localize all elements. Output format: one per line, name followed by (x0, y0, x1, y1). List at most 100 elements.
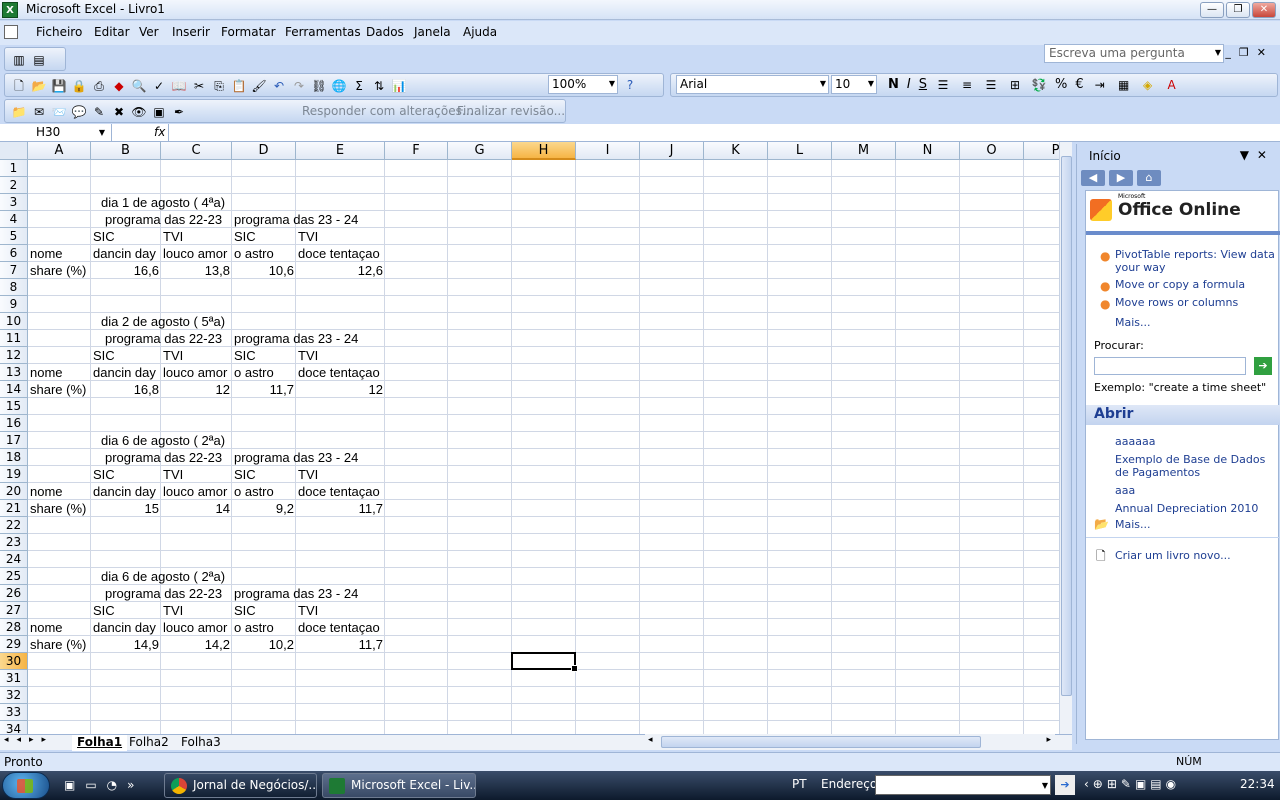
column-header-k[interactable]: K (704, 142, 768, 160)
cell-a21[interactable]: share (%) (28, 500, 88, 517)
row-header-23[interactable]: 23 (0, 534, 28, 551)
cell-b20[interactable]: dancin day (91, 483, 158, 500)
globe-icon[interactable]: 🌐 (331, 78, 347, 94)
comment-icon[interactable]: 💬 (71, 104, 87, 120)
row-header-25[interactable]: 25 (0, 568, 28, 585)
create-new-workbook-link[interactable]: Criar um livro novo... (1115, 549, 1231, 562)
menu-ajuda[interactable]: Ajuda (463, 25, 497, 39)
cell-e14[interactable]: 12 (296, 381, 385, 398)
align-right-icon[interactable]: ☰ (983, 77, 999, 93)
cell-d14[interactable]: 11,7 (232, 381, 296, 398)
cell-b11[interactable]: programa das 22-23 (91, 330, 224, 347)
column-header-f[interactable]: F (385, 142, 448, 160)
reply-changes-button[interactable]: Responder com alterações... (302, 104, 473, 118)
row-header-1[interactable]: 1 (0, 160, 28, 177)
cell-e29[interactable]: 11,7 (296, 636, 385, 653)
font-color-icon[interactable]: A (1164, 77, 1180, 93)
chevron-down-icon[interactable]: ▼ (868, 79, 874, 88)
row-header-22[interactable]: 22 (0, 517, 28, 534)
chevron-down-icon[interactable]: ▼ (609, 79, 615, 88)
cell-c27[interactable]: TVI (161, 602, 185, 619)
bold-button[interactable]: N (888, 77, 899, 93)
cell-a13[interactable]: nome (28, 364, 65, 381)
column-header-a[interactable]: A (28, 142, 91, 160)
forward-icon[interactable]: ▶ (1109, 170, 1133, 186)
cell-d28[interactable]: o astro (232, 619, 276, 636)
row-header-24[interactable]: 24 (0, 551, 28, 568)
column-header-g[interactable]: G (448, 142, 512, 160)
save-icon[interactable]: 💾 (51, 78, 67, 94)
currency-icon[interactable]: 💱 (1031, 77, 1047, 93)
address-go-button[interactable]: ➔ (1055, 775, 1075, 795)
page-break-icon[interactable]: ▤ (31, 52, 47, 68)
row-header-34[interactable]: 34 (0, 721, 28, 734)
column-header-m[interactable]: M (832, 142, 896, 160)
show-icon[interactable]: 👁 (131, 104, 147, 120)
hyperlink-icon[interactable]: ⛓ (311, 78, 327, 94)
row-header-8[interactable]: 8 (0, 279, 28, 296)
menu-editar[interactable]: Editar (94, 25, 130, 39)
end-review-button[interactable]: Finalizar revisão... (457, 104, 565, 118)
row-header-27[interactable]: 27 (0, 602, 28, 619)
cell-d6[interactable]: o astro (232, 245, 276, 262)
cell-c21[interactable]: 14 (161, 500, 232, 517)
cell-e13[interactable]: doce tentaçao (296, 364, 382, 381)
help-button[interactable]: ? (622, 77, 638, 93)
undo-icon[interactable]: ↶ (271, 78, 287, 94)
cell-d11[interactable]: programa das 23 - 24 (232, 330, 360, 347)
cell-c28[interactable]: louco amor (161, 619, 229, 636)
row-header-14[interactable]: 14 (0, 381, 28, 398)
row-header-6[interactable]: 6 (0, 245, 28, 262)
row-header-18[interactable]: 18 (0, 449, 28, 466)
cell-b10[interactable]: dia 2 de agosto ( 5ªa) (91, 313, 227, 330)
close-button[interactable]: ✕ (1252, 2, 1276, 18)
row-header-31[interactable]: 31 (0, 670, 28, 687)
cell-b21[interactable]: 15 (91, 500, 161, 517)
tab-scroll-buttons[interactable]: ◂◂▸▸ (4, 735, 54, 745)
chevron-down-icon[interactable]: ▼ (820, 79, 826, 88)
row-header-12[interactable]: 12 (0, 347, 28, 364)
column-header-o[interactable]: O (960, 142, 1024, 160)
cell-d29[interactable]: 10,2 (232, 636, 296, 653)
cell-c6[interactable]: louco amor (161, 245, 229, 262)
home-icon[interactable]: ⌂ (1137, 170, 1161, 186)
research-icon[interactable]: ◆ (111, 78, 127, 94)
chevron-down-icon[interactable]: ▼ (99, 128, 105, 137)
cell-b29[interactable]: 14,9 (91, 636, 161, 653)
sort-icon[interactable]: ⇅ (371, 78, 387, 94)
zoom-select[interactable]: 100% ▼ (548, 75, 618, 94)
cell-b18[interactable]: programa das 22-23 (91, 449, 224, 466)
folder-icon[interactable]: 📁 (11, 104, 27, 120)
cell-d4[interactable]: programa das 23 - 24 (232, 211, 360, 228)
cell-b17[interactable]: dia 6 de agosto ( 2ªa) (91, 432, 227, 449)
cell-d7[interactable]: 10,6 (232, 262, 296, 279)
italic-button[interactable]: I (907, 77, 911, 93)
cell-a29[interactable]: share (%) (28, 636, 88, 653)
horizontal-scroll-thumb[interactable] (661, 736, 981, 748)
back-icon[interactable]: ◀ (1081, 170, 1105, 186)
menu-ver[interactable]: Ver (139, 25, 159, 39)
row-header-13[interactable]: 13 (0, 364, 28, 381)
font-name-select[interactable]: Arial ▼ (676, 75, 829, 94)
search-input[interactable] (1094, 357, 1246, 375)
chevron-down-icon[interactable]: ▼ (1042, 781, 1048, 790)
recent-file-annual-depreciation[interactable]: Annual Depreciation 2010 (1115, 502, 1258, 515)
cell-e20[interactable]: doce tentaçao (296, 483, 382, 500)
search-go-button[interactable]: ➔ (1254, 357, 1272, 375)
row-header-30[interactable]: 30 (0, 653, 28, 670)
column-header-n[interactable]: N (896, 142, 960, 160)
cell-b12[interactable]: SIC (91, 347, 117, 364)
send-icon[interactable]: 📨 (51, 104, 67, 120)
cell-b13[interactable]: dancin day (91, 364, 158, 381)
row-header-11[interactable]: 11 (0, 330, 28, 347)
print-icon[interactable]: ⎙ (91, 78, 107, 94)
euro-button[interactable]: € (1075, 77, 1083, 93)
percent-button[interactable]: % (1055, 77, 1067, 93)
cell-b25[interactable]: dia 6 de agosto ( 2ªa) (91, 568, 227, 585)
link-pivottable[interactable]: PivotTable reports: View data your way (1115, 248, 1275, 274)
scroll-left-icon[interactable]: ◂ (648, 735, 653, 745)
task-pane-controls[interactable]: ▼✕ (1240, 148, 1275, 162)
row-header-10[interactable]: 10 (0, 313, 28, 330)
cell-d21[interactable]: 9,2 (232, 500, 296, 517)
row-header-20[interactable]: 20 (0, 483, 28, 500)
